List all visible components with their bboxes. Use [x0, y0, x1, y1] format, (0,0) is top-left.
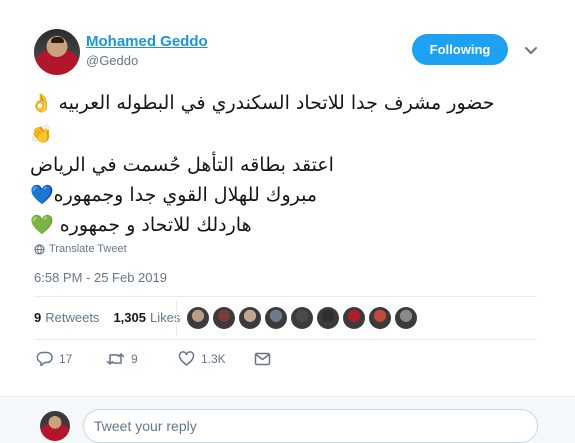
author-handle[interactable]: @Geddo	[86, 53, 138, 68]
liker-avatar[interactable]	[343, 307, 365, 329]
divider	[34, 296, 537, 297]
reply-input[interactable]	[83, 409, 538, 443]
author-avatar[interactable]	[34, 29, 80, 75]
tweet-line-1b: 👏	[30, 119, 540, 150]
retweet-action[interactable]: 9	[106, 351, 178, 367]
retweet-count: 9	[131, 352, 138, 366]
like-action[interactable]: 1.3K	[178, 351, 254, 367]
tweet-timestamp[interactable]: 6:58 PM - 25 Feb 2019	[34, 270, 167, 285]
likes-count: 1,305	[113, 310, 146, 325]
reply-action[interactable]: 17	[36, 351, 106, 367]
globe-icon	[34, 243, 45, 255]
tweet-line-1: حضور مشرف جدا للاتحاد السكندري في البطول…	[30, 88, 540, 119]
envelope-icon	[254, 352, 271, 366]
retweet-icon	[106, 353, 125, 365]
reply-icon	[36, 351, 53, 367]
stats-divider	[176, 300, 177, 336]
tweet-line-2: اعتقد بطاقه التأهل حُسمت في الرياض	[30, 154, 334, 176]
tweet-text: حضور مشرف جدا للاتحاد السكندري في البطول…	[30, 88, 540, 240]
clap-emoji: 👏	[30, 124, 53, 145]
retweets-count: 9	[34, 310, 42, 325]
like-count: 1.3K	[201, 352, 226, 366]
liker-avatar[interactable]	[265, 307, 287, 329]
heart-icon	[178, 351, 195, 366]
tweet-stats: 9 Retweets 1,305 Likes	[34, 310, 180, 325]
author-name[interactable]: Mohamed Geddo	[86, 33, 208, 50]
liker-avatar[interactable]	[317, 307, 339, 329]
retweets-stat[interactable]: 9 Retweets	[34, 310, 99, 325]
tweet-line-3: مبروك للهلال القوي جدا وجمهوره💙	[30, 184, 318, 206]
liker-avatar[interactable]	[239, 307, 261, 329]
current-user-avatar	[40, 411, 70, 441]
retweets-label: Retweets	[45, 310, 100, 325]
translate-tweet-link[interactable]: Translate Tweet	[34, 243, 127, 255]
liker-avatar[interactable]	[395, 307, 417, 329]
reply-count: 17	[59, 352, 73, 366]
tweet-line-4: هاردلك للاتحاد و جمهوره 💚	[30, 214, 252, 236]
following-button[interactable]: Following	[412, 34, 508, 65]
ok-hand-emoji: 👌	[30, 93, 53, 114]
divider	[34, 339, 537, 340]
chevron-down-icon[interactable]	[523, 42, 539, 58]
liker-avatar[interactable]	[187, 307, 209, 329]
liker-avatar[interactable]	[291, 307, 313, 329]
blue-heart-emoji: 💙	[30, 184, 54, 206]
likes-stat[interactable]: 1,305 Likes	[113, 310, 180, 325]
green-heart-emoji: 💚	[30, 214, 54, 236]
liker-avatar[interactable]	[369, 307, 391, 329]
likers-avatars	[187, 307, 417, 329]
tweet-actions: 17 9 1.3K	[36, 351, 271, 367]
liker-avatar[interactable]	[213, 307, 235, 329]
direct-message-action[interactable]	[254, 351, 271, 367]
tweet-card: Mohamed Geddo @Geddo Following حضور مشرف…	[0, 0, 575, 396]
translate-label: Translate Tweet	[49, 243, 127, 255]
